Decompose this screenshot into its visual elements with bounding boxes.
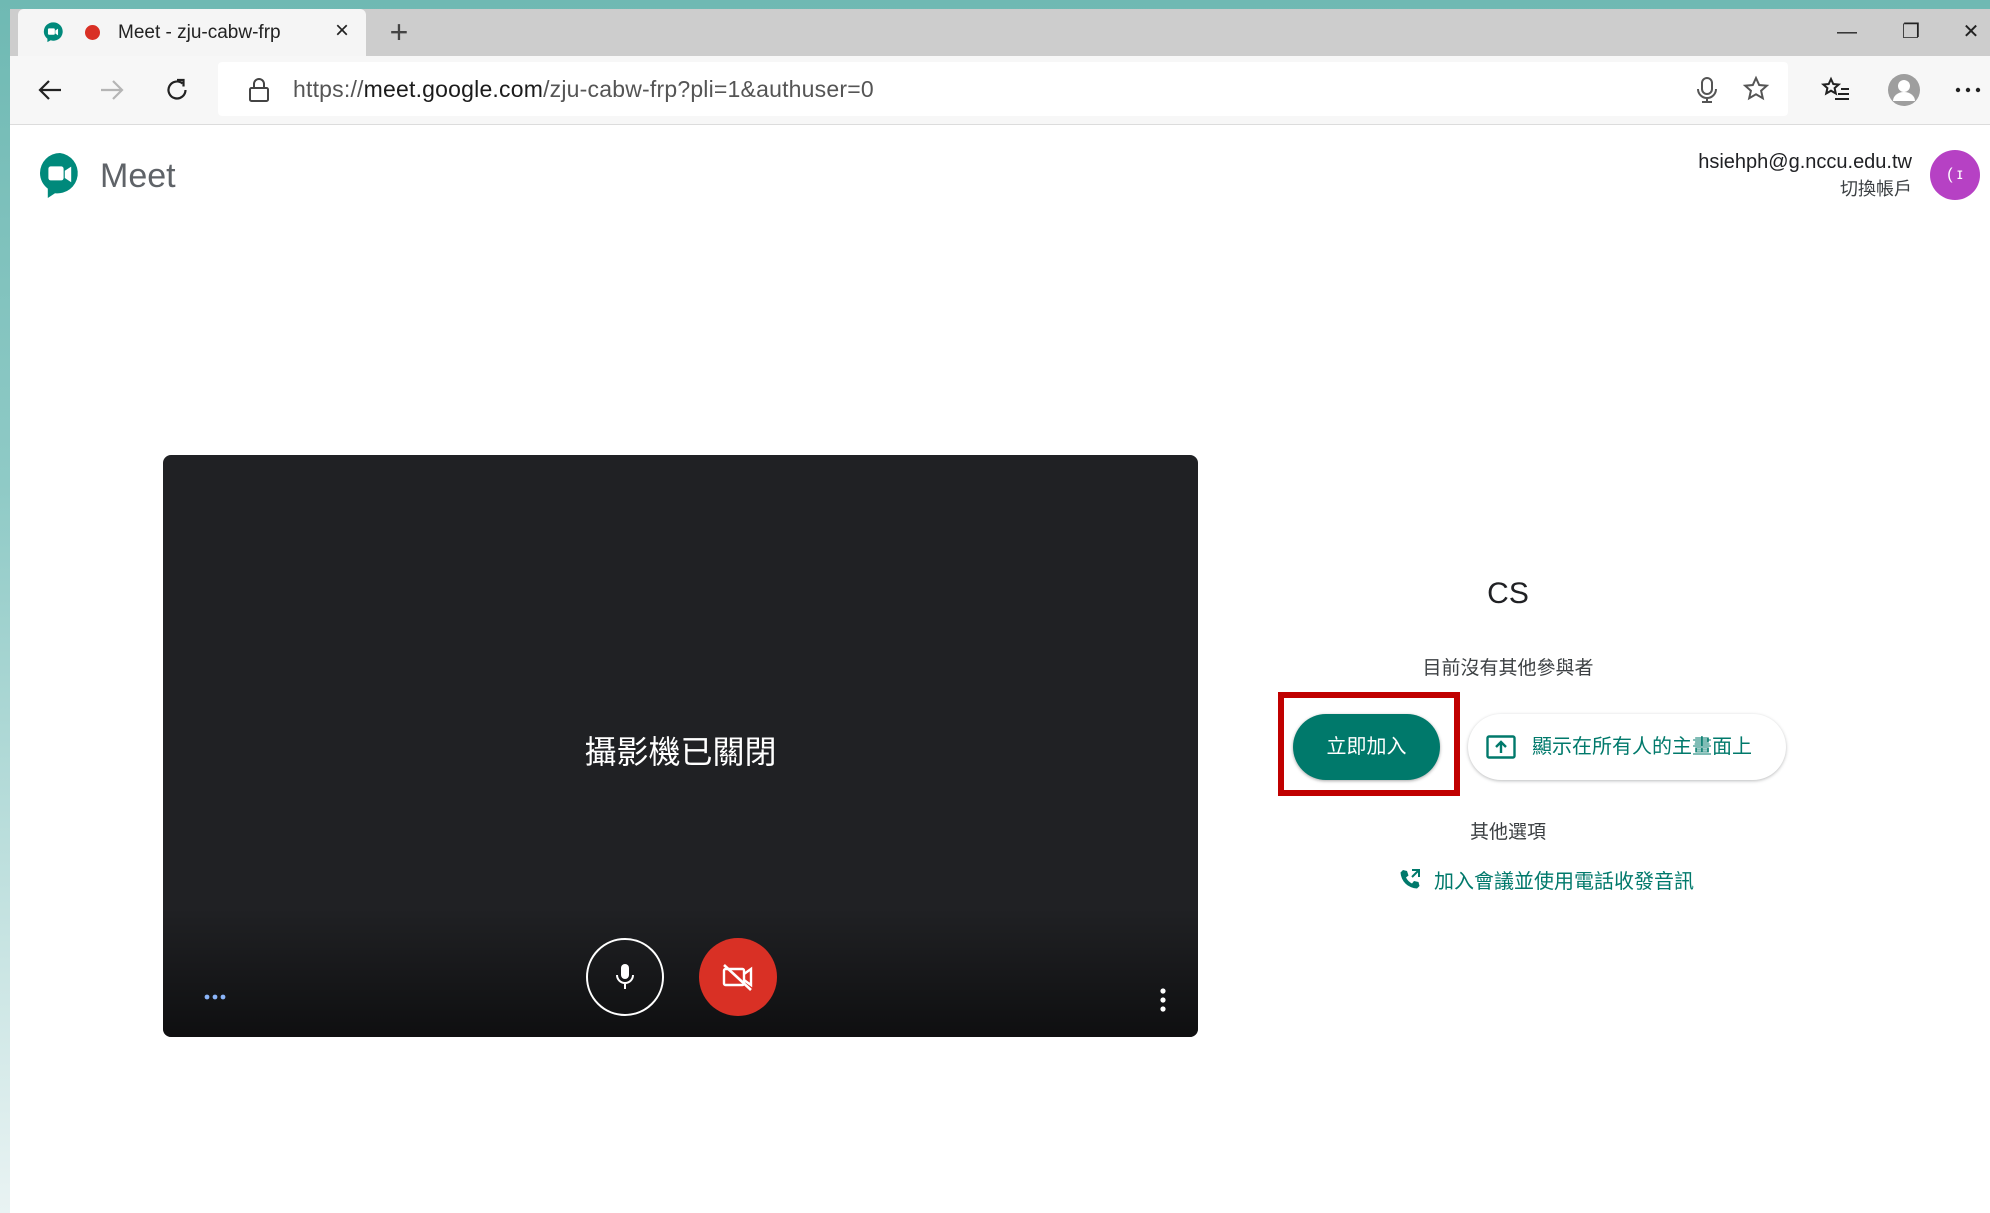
highlight-box <box>1278 692 1460 796</box>
meeting-name: CS <box>1487 577 1529 610</box>
participants-status: 目前沒有其他參與者 <box>1422 658 1594 679</box>
camera-preview: 攝影機已關閉 <box>163 455 1198 1037</box>
meet-favicon-icon <box>43 22 63 43</box>
microphone-icon[interactable] <box>1696 76 1718 104</box>
phone-link-label: 加入會議並使用電話收發音訊 <box>1434 871 1694 893</box>
back-button[interactable] <box>30 70 70 110</box>
close-window-button[interactable]: ✕ <box>1954 15 1988 49</box>
phone-icon <box>1400 869 1420 889</box>
tab-strip: Meet - zju-cabw-frp × + — ❐ ✕ <box>10 9 1990 56</box>
refresh-icon <box>167 78 187 100</box>
present-button[interactable]: 顯示在所有人的主畫面上 <box>1468 714 1786 780</box>
browser-window: Meet - zju-cabw-frp × + — ❐ ✕ https://me… <box>10 9 1990 1213</box>
preview-gradient <box>163 907 1198 1037</box>
other-options-heading: 其他選項 <box>1469 822 1546 843</box>
tab-close-icon[interactable]: × <box>330 19 354 43</box>
new-tab-button[interactable]: + <box>383 16 415 49</box>
favorites-list-icon <box>1821 76 1849 100</box>
address-bar[interactable]: https://meet.google.com/zju-cabw-frp?pli… <box>218 62 1788 116</box>
settings-menu-button[interactable] <box>1948 70 1988 110</box>
camera-off-icon <box>722 964 753 991</box>
tab-meet[interactable]: Meet - zju-cabw-frp × <box>18 9 366 56</box>
url-host: meet.google.com <box>363 76 544 102</box>
refresh-button[interactable] <box>157 70 197 110</box>
account-email: hsiehph@g.nccu.edu.tw <box>1698 151 1912 173</box>
switch-account-link[interactable]: 切換帳戶 <box>1840 175 1912 201</box>
avatar[interactable]: ( ɪ <box>1930 150 1980 200</box>
meet-logo-icon <box>40 153 78 198</box>
profile-button[interactable] <box>1884 70 1924 110</box>
meet-page: Meet hsiehph@g.nccu.edu.tw 切換帳戶 ( ɪ 攝影機已… <box>10 125 1990 1213</box>
present-label: 顯示在所有人的主畫面上 <box>1532 736 1752 758</box>
camera-off-label: 攝影機已關閉 <box>584 734 777 770</box>
url-text[interactable]: https://meet.google.com/zju-cabw-frp?pli… <box>293 76 874 103</box>
url-path: /zju-cabw-frp?pli=1&authuser=0 <box>543 76 874 102</box>
minimize-button[interactable]: — <box>1830 15 1864 49</box>
tab-title: Meet - zju-cabw-frp <box>118 22 281 43</box>
browser-toolbar: https://meet.google.com/zju-cabw-frp?pli… <box>10 56 1990 125</box>
arrow-right-icon <box>101 80 124 100</box>
more-horizontal-icon <box>1955 87 1981 93</box>
lock-icon <box>249 78 269 102</box>
camera-toggle-button[interactable] <box>699 938 777 1016</box>
more-horizontal-icon[interactable] <box>203 993 227 1001</box>
recording-dot-icon <box>85 25 100 40</box>
microphone-icon <box>616 964 634 989</box>
microphone-toggle-button[interactable] <box>586 938 664 1016</box>
forward-button[interactable] <box>92 70 132 110</box>
arrow-left-icon <box>38 80 61 100</box>
restore-button[interactable]: ❐ <box>1894 15 1928 49</box>
profile-icon <box>1888 74 1920 106</box>
star-icon[interactable] <box>1742 75 1770 103</box>
present-screen-icon <box>1486 735 1516 759</box>
more-vertical-icon[interactable] <box>1159 987 1167 1013</box>
favorites-button[interactable] <box>1816 70 1856 110</box>
meet-logo-text: Meet <box>100 157 176 195</box>
url-scheme: https:// <box>293 76 364 102</box>
